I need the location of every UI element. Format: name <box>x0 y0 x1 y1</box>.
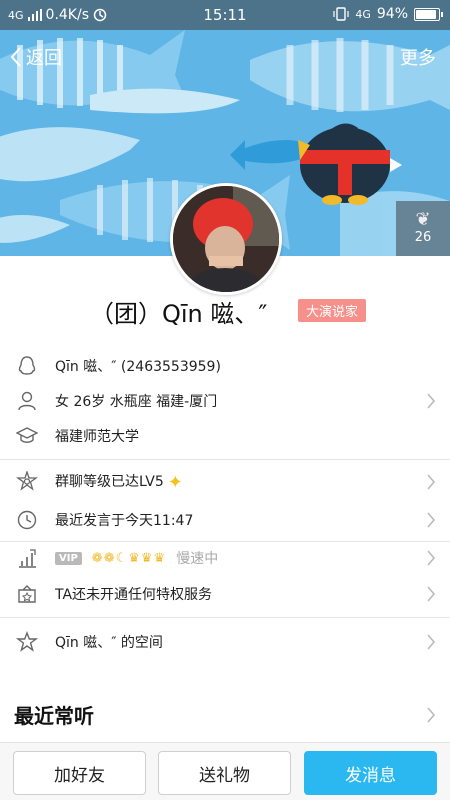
group-level-text: 群聊等级已达LV5 <box>55 474 164 491</box>
vip-row[interactable]: VIP ❁❁☾♛♛♛ 慢速中 <box>0 541 450 575</box>
battery-icon <box>414 7 443 21</box>
group-level-row[interactable]: 群聊等级已达LV5 ✦ <box>0 465 450 499</box>
network-indicator-right: 4G <box>355 7 371 21</box>
last-speak-row[interactable]: 最近发言于今天11:47 <box>0 503 450 537</box>
last-speak-text: 最近发言于今天11:47 <box>55 513 194 529</box>
qq-row: Qīn 嗞、″ (2463553959) <box>0 349 450 383</box>
chevron-right-icon <box>427 634 436 650</box>
status-bar: 4G 0.4K/s 15:11 4G 94% <box>0 0 450 30</box>
profile-name: （团）Qīn 嗞、″ <box>90 300 268 328</box>
like-count: 26 <box>414 230 432 245</box>
send-message-button[interactable]: 发消息 <box>304 751 437 795</box>
recent-listen-title[interactable]: 最近常听 <box>14 700 94 729</box>
star-gear-icon <box>16 471 38 491</box>
clock-icon <box>17 510 37 530</box>
divider <box>0 459 450 460</box>
title-badge[interactable]: 大演说家 <box>298 299 367 322</box>
growth-chart-icon <box>19 549 36 568</box>
like-counter-button[interactable]: ❦ 26 <box>396 201 450 256</box>
chevron-left-icon <box>10 47 21 67</box>
back-label: 返回 <box>26 48 62 69</box>
school-row: 福建师范大学 <box>0 419 450 453</box>
avatar-photo <box>173 186 279 292</box>
avatar[interactable] <box>170 183 282 295</box>
vip-tag: VIP <box>55 551 82 565</box>
battery-percent: 94% <box>376 6 408 22</box>
qzone-text: Qīn 嗞、″ 的空间 <box>55 635 163 651</box>
more-button[interactable]: 更多 <box>400 44 436 70</box>
add-friend-button[interactable]: 加好友 <box>13 751 146 795</box>
name-row: （团）Qīn 嗞、″ 大演说家 <box>0 292 450 332</box>
personal-info-row[interactable]: 女 26岁 水瓶座 福建-厦门 <box>0 384 450 418</box>
chevron-right-icon <box>427 586 436 602</box>
person-icon <box>18 391 36 411</box>
personal-info-text: 女 26岁 水瓶座 福建-厦门 <box>55 394 218 410</box>
qq-penguin-icon <box>18 356 36 375</box>
divider <box>0 617 450 618</box>
privilege-icon <box>18 585 36 603</box>
chevron-right-icon <box>427 393 436 409</box>
group-level-label: 群聊等级已达LV5 ✦ <box>55 471 183 493</box>
chevron-right-icon <box>427 512 436 528</box>
sparkle-icon: ✦ <box>167 471 183 493</box>
vibrate-icon <box>333 7 349 21</box>
chevron-right-icon <box>427 550 436 566</box>
send-gift-button[interactable]: 送礼物 <box>158 751 291 795</box>
vip-status: 慢速中 <box>176 551 219 567</box>
top-nav: 返回 更多 <box>0 40 450 74</box>
bottom-action-bar: 加好友 送礼物 发消息 <box>0 742 450 800</box>
vip-info: VIP ❁❁☾♛♛♛ 慢速中 <box>55 548 218 568</box>
school-text: 福建师范大学 <box>55 429 139 445</box>
privilege-text: TA还未开通任何特权服务 <box>55 587 213 603</box>
privilege-row[interactable]: TA还未开通任何特权服务 <box>0 577 450 611</box>
chevron-right-icon[interactable] <box>426 707 436 723</box>
qzone-star-icon <box>16 631 38 652</box>
vip-level-icons: ❁❁☾♛♛♛ <box>91 550 167 566</box>
leaf-icon: ❦ <box>415 209 431 230</box>
qq-id-text: Qīn 嗞、″ (2463553959) <box>55 359 221 375</box>
back-button[interactable]: 返回 <box>10 44 62 70</box>
qzone-row[interactable]: Qīn 嗞、″ 的空间 <box>0 625 450 659</box>
graduation-cap-icon <box>16 427 38 443</box>
chevron-right-icon <box>427 474 436 490</box>
